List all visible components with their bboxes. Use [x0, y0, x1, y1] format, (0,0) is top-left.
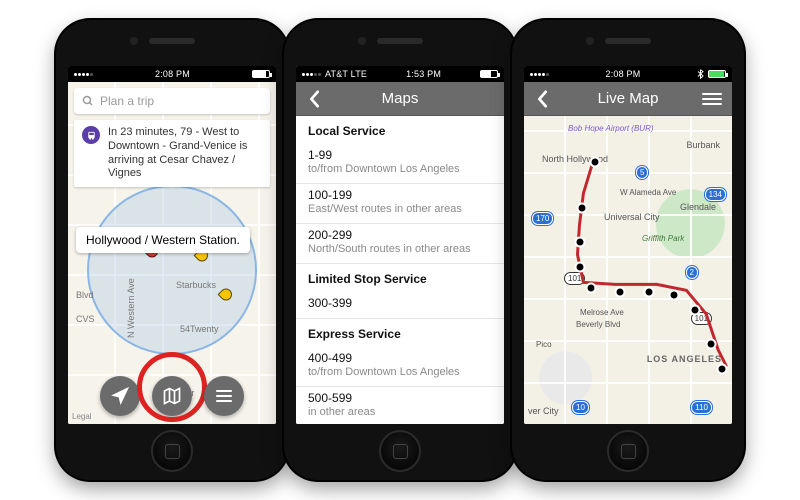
map-label: Blvd	[76, 290, 94, 300]
list-item[interactable]: 400-499 to/from Downtown Los Angeles	[296, 347, 504, 387]
battery-icon	[252, 70, 270, 78]
battery-icon	[708, 70, 726, 78]
list-item[interactable]: 100-199 East/West routes in other areas	[296, 184, 504, 224]
station-name: Hollywood / Western Station.	[86, 233, 240, 247]
station-callout[interactable]: Hollywood / Western Station.	[76, 227, 250, 253]
section-header: Express Service	[296, 319, 504, 347]
menu-button[interactable]	[702, 82, 722, 115]
list-item[interactable]: 300-399	[296, 292, 504, 319]
status-time: 1:53 PM	[406, 69, 441, 79]
signal-icon	[302, 73, 321, 76]
bluetooth-icon	[697, 69, 704, 79]
screen: AT&T LTE 1:53 PM Maps Local Service 1-99…	[296, 66, 504, 424]
vehicle-icon[interactable]	[643, 286, 654, 297]
bus-icon	[82, 126, 100, 144]
search-icon	[82, 95, 94, 107]
signal-icon	[530, 73, 549, 76]
page-title: Live Map	[598, 90, 659, 107]
back-button[interactable]	[532, 82, 554, 115]
alert-text: In 23 minutes, 79 - West to Downtown - G…	[108, 126, 262, 181]
map-label: CVS	[76, 314, 95, 324]
status-bar: 2:08 PM	[524, 66, 732, 82]
vehicle-icon[interactable]	[575, 237, 586, 248]
list-item[interactable]: 1-99 to/from Downtown Los Angeles	[296, 144, 504, 184]
locate-button[interactable]	[100, 376, 140, 416]
map-label: N Western Ave	[126, 278, 136, 338]
map-icon	[162, 386, 182, 406]
status-time: 2:08 PM	[155, 69, 190, 79]
home-button[interactable]	[379, 430, 421, 472]
transit-alert-card[interactable]: In 23 minutes, 79 - West to Downtown - G…	[74, 120, 270, 187]
vehicle-icon[interactable]	[706, 338, 717, 349]
vehicle-icon[interactable]	[589, 157, 600, 168]
vehicle-icon[interactable]	[668, 289, 679, 300]
section-header: Local Service	[296, 116, 504, 144]
vehicle-icon[interactable]	[585, 283, 596, 294]
screen: 2:08 PM Blvd CVS Starbucks 54Twenty N We…	[68, 66, 276, 424]
battery-icon	[480, 70, 498, 78]
list-item[interactable]: 200-299 North/South routes in other area…	[296, 224, 504, 264]
route-categories-list[interactable]: Local Service 1-99 to/from Downtown Los …	[296, 116, 504, 424]
home-button[interactable]	[151, 430, 193, 472]
vehicle-icon[interactable]	[614, 286, 625, 297]
hamburger-icon	[216, 390, 232, 402]
maps-button[interactable]	[152, 376, 192, 416]
vehicle-icon[interactable]	[577, 203, 588, 214]
vehicle-icon[interactable]	[689, 305, 700, 316]
phone-live-map: 2:08 PM Live Map Bob Hope Airport (BUR) …	[512, 20, 744, 480]
home-button[interactable]	[607, 430, 649, 472]
map-label: 54Twenty	[180, 324, 219, 334]
menu-button[interactable]	[204, 376, 244, 416]
chevron-left-icon	[537, 90, 549, 108]
map-label: Starbucks	[176, 280, 216, 290]
section-header: Limited Stop Service	[296, 264, 504, 292]
status-time: 2:08 PM	[606, 69, 641, 79]
status-bar: 2:08 PM	[68, 66, 276, 82]
compass-icon	[111, 387, 129, 405]
live-map-canvas[interactable]: Bob Hope Airport (BUR) North Hollywood B…	[524, 116, 732, 424]
vehicle-icon[interactable]	[716, 363, 727, 374]
location-radius	[87, 185, 257, 355]
nav-bar: Maps	[296, 82, 504, 116]
search-input[interactable]: Plan a trip	[74, 88, 270, 114]
phone-trip-planner: 2:08 PM Blvd CVS Starbucks 54Twenty N We…	[56, 20, 288, 480]
signal-icon	[74, 73, 93, 76]
search-placeholder: Plan a trip	[100, 94, 154, 108]
list-item[interactable]: 500-599 in other areas	[296, 387, 504, 424]
phone-maps-list: AT&T LTE 1:53 PM Maps Local Service 1-99…	[284, 20, 516, 480]
route-line	[524, 116, 732, 413]
status-bar: AT&T LTE 1:53 PM	[296, 66, 504, 82]
bottom-action-bar	[68, 376, 276, 416]
three-phone-showcase: 2:08 PM Blvd CVS Starbucks 54Twenty N We…	[0, 0, 800, 500]
screen: 2:08 PM Live Map Bob Hope Airport (BUR) …	[524, 66, 732, 424]
chevron-left-icon	[309, 90, 321, 108]
carrier-label: AT&T LTE	[325, 69, 367, 79]
vehicle-icon[interactable]	[575, 261, 586, 272]
page-title: Maps	[382, 90, 419, 107]
nav-bar: Live Map	[524, 82, 732, 116]
back-button[interactable]	[304, 82, 326, 115]
